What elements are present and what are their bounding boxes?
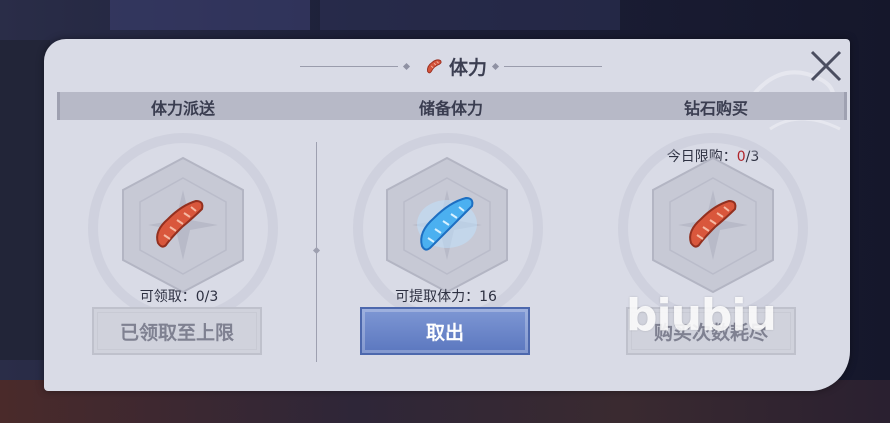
watermark: biubiu — [626, 290, 777, 341]
header-diamond-purchase: 钻石购买 — [683, 99, 748, 118]
claimable-label: 可领取： — [139, 289, 196, 305]
close-icon[interactable] — [806, 46, 846, 86]
sausage-icon — [689, 199, 737, 248]
claim-limit-reached-button[interactable]: 已领取至上限 — [92, 307, 262, 355]
claimable-value: 0/3 — [195, 289, 219, 305]
extractable-label: 可提取体力： — [395, 289, 480, 305]
withdraw-button[interactable]: 取出 — [360, 307, 530, 355]
sausage-icon — [156, 199, 204, 248]
sausage-icon — [426, 59, 442, 74]
extractable-value: 16 — [479, 289, 497, 305]
dialog-title: 体力 — [300, 50, 603, 82]
header-reserve-stamina: 储备体力 — [418, 99, 483, 118]
header-stamina-delivery: 体力派送 — [150, 99, 215, 118]
blue-sausage-icon — [417, 196, 477, 251]
dialog-title-text: 体力 — [449, 56, 488, 79]
